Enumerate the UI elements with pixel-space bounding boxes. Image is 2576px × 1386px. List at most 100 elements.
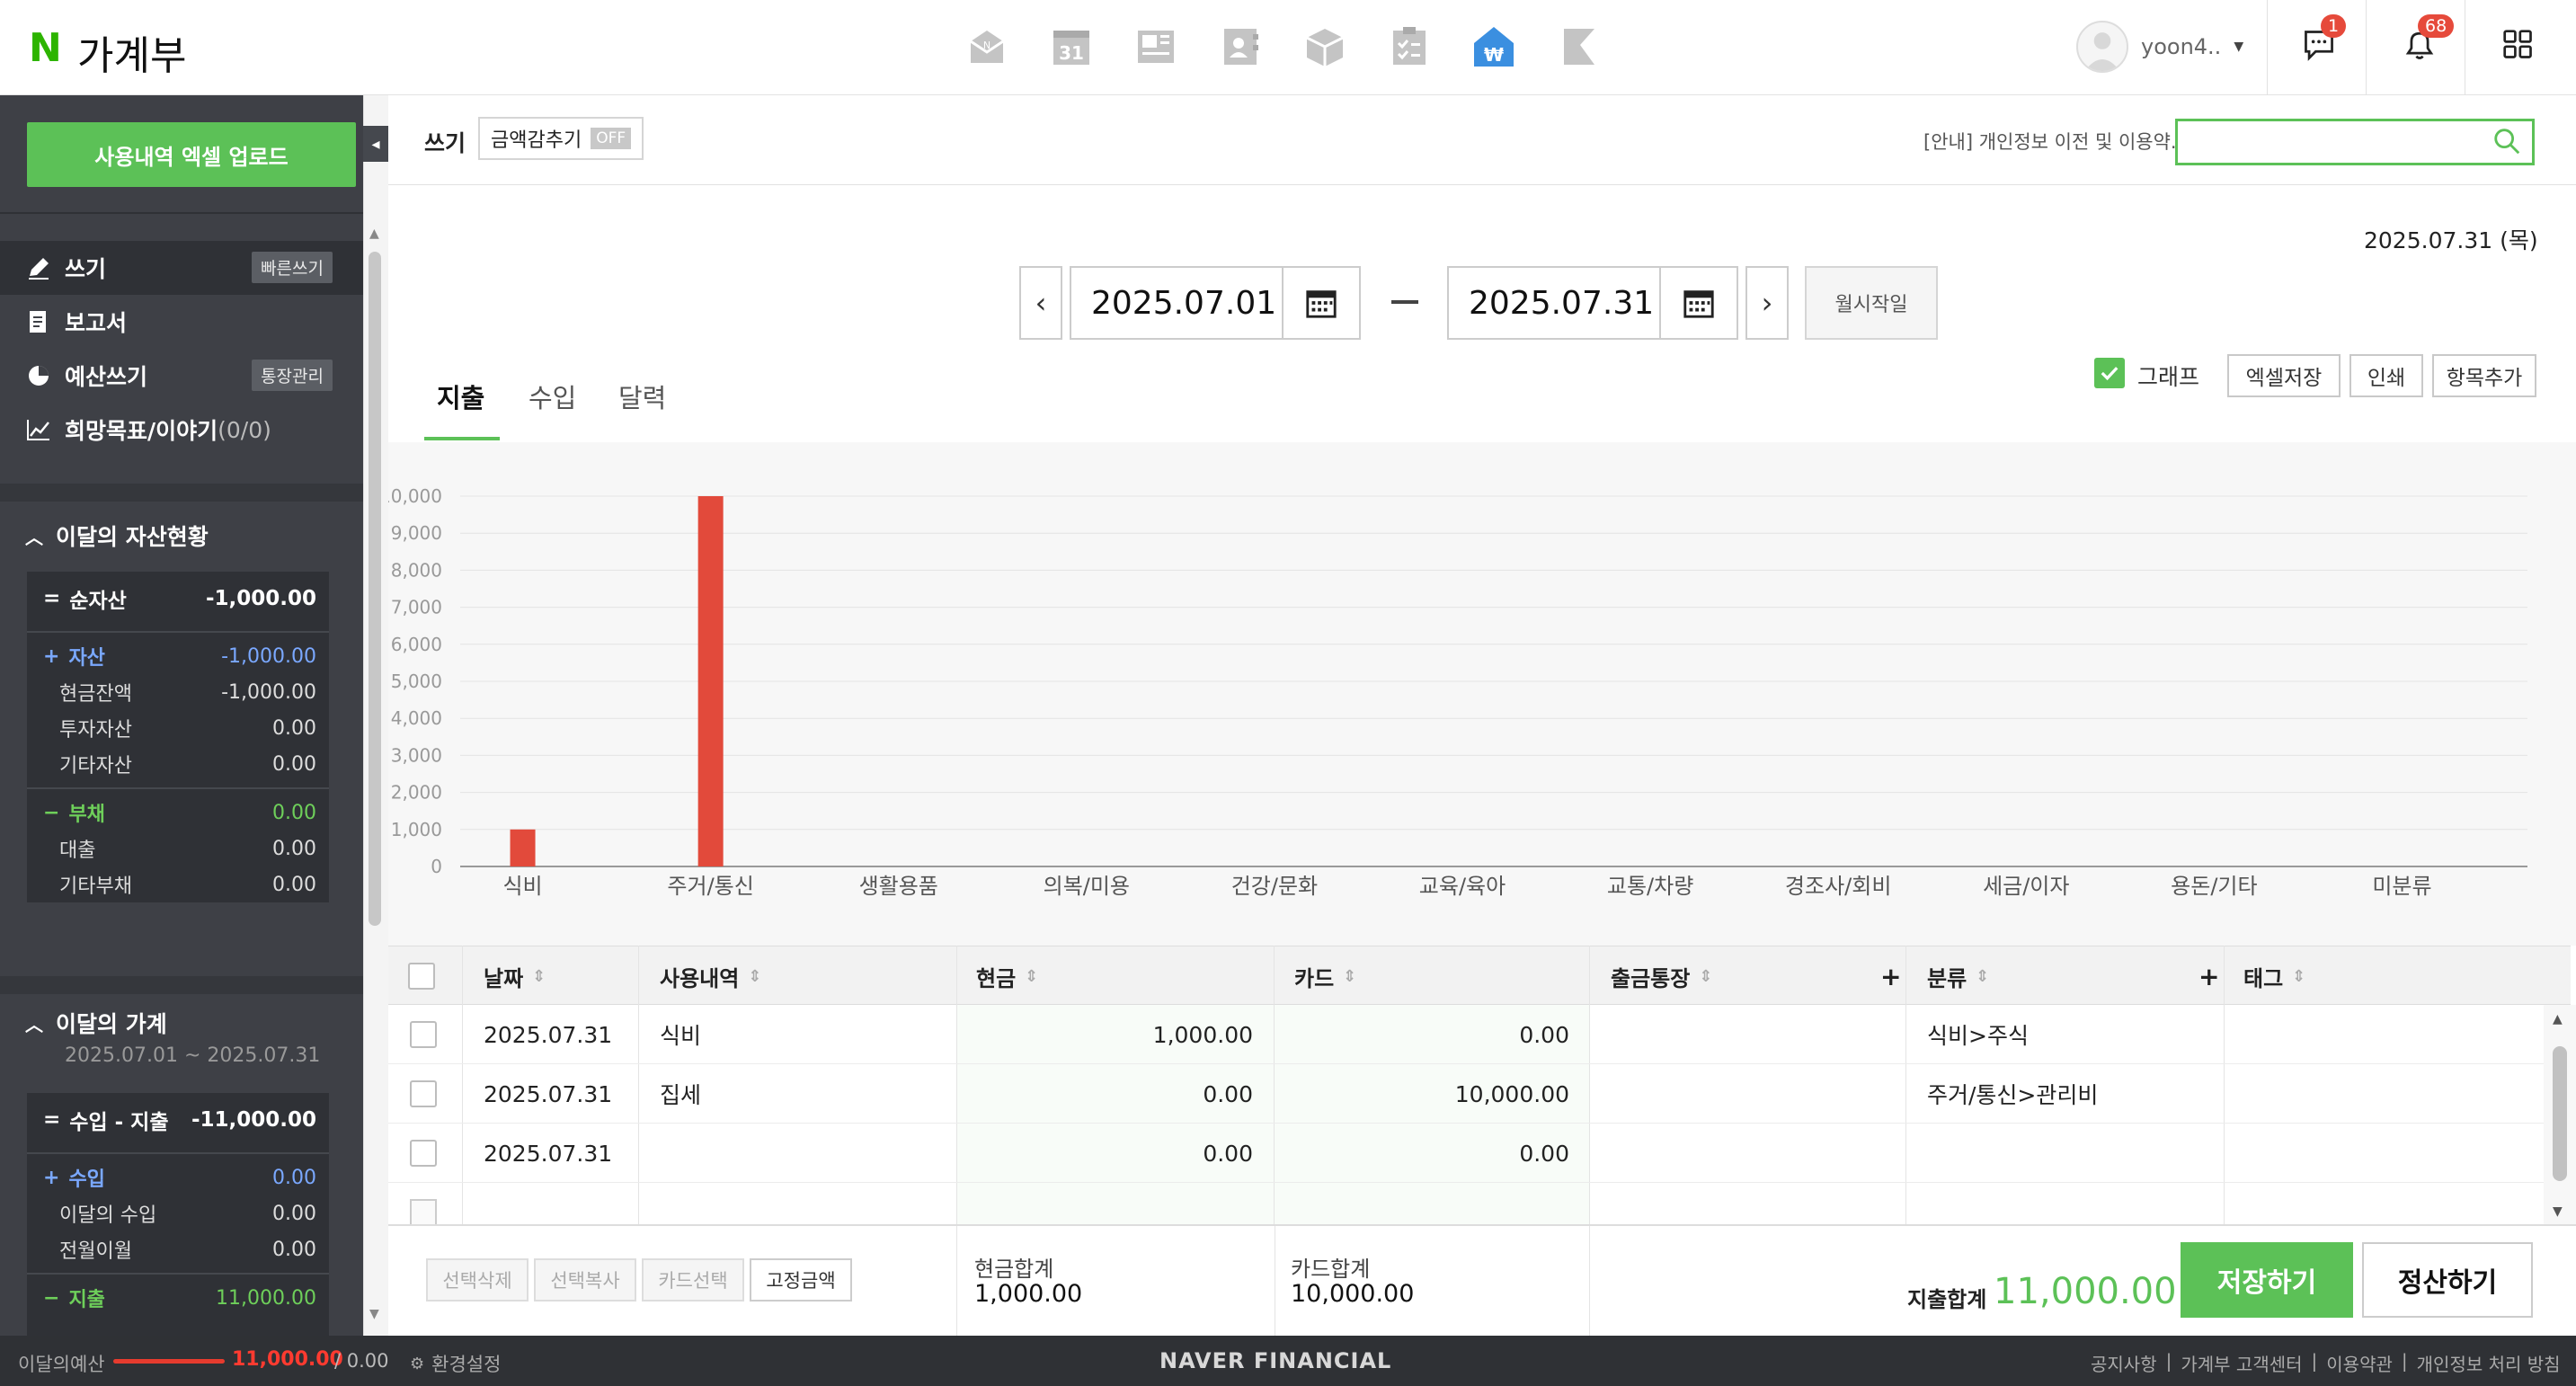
mail-icon[interactable]: N <box>965 25 1008 68</box>
col-date[interactable]: 날짜 ⇕ <box>484 946 546 1006</box>
row-desc[interactable]: 집세 <box>660 1064 701 1124</box>
scroll-up-icon[interactable]: ▲ <box>369 227 379 241</box>
naver-logo[interactable]: N <box>29 25 62 71</box>
monthly-period: 2025.07.01 ~ 2025.07.31 <box>65 1044 321 1067</box>
apps-grid-icon[interactable] <box>2502 29 2538 65</box>
bookmark-icon[interactable] <box>1557 25 1600 68</box>
row-card[interactable]: 0.00 <box>1282 1124 1569 1183</box>
tab-calendar[interactable]: 달력 <box>618 378 666 415</box>
monthly-section-header[interactable]: ︿ 이달의 가계 <box>25 1007 167 1039</box>
row-cash[interactable]: 1,000.00 <box>964 1005 1253 1064</box>
x-tick-label: 미분류 <box>2372 874 2431 899</box>
nav-write[interactable]: 쓰기 빠른쓰기 <box>0 241 363 295</box>
settle-button[interactable]: 정산하기 <box>2362 1242 2533 1318</box>
notice-link[interactable]: [안내] 개인정보 이전 및 이용약.. <box>1923 128 2182 155</box>
support-link[interactable]: 가계부 고객센터 <box>2181 1350 2302 1376</box>
user-menu[interactable]: yoon4.. ▼ <box>2076 20 2243 74</box>
bell-icon[interactable]: 68 <box>2402 14 2455 67</box>
report-icon <box>30 311 46 333</box>
print-button[interactable]: 인쇄 <box>2349 354 2423 397</box>
expense-chart: 0 1,000 2,000 3,000 4,000 5,000 6,000 7,000 8,00… <box>379 442 2576 946</box>
month-start-button[interactable]: 월시작일 <box>1805 266 1938 340</box>
row-category[interactable]: 식비>주식 <box>1927 1005 2029 1064</box>
tab-expense[interactable]: 지출 <box>437 378 484 415</box>
nav-goals-count: (0/0) <box>218 416 271 443</box>
prev-period-button[interactable]: ‹ <box>1019 266 1062 340</box>
save-button[interactable]: 저장하기 <box>2181 1242 2353 1318</box>
next-period-button[interactable]: › <box>1745 266 1789 340</box>
row-card[interactable]: 0.00 <box>1282 1005 1569 1064</box>
table-scroll-thumb[interactable] <box>2553 1046 2567 1181</box>
checklist-icon[interactable] <box>1388 25 1431 68</box>
account-manage-button[interactable]: 통장관리 <box>252 360 333 391</box>
box-icon[interactable] <box>1303 25 1346 68</box>
row-checkbox[interactable] <box>410 1124 437 1183</box>
terms-link[interactable]: 이용약관 <box>2326 1350 2393 1376</box>
start-date-field[interactable]: 2025.07.01 <box>1070 266 1361 340</box>
row-desc[interactable]: 식비 <box>660 1005 701 1064</box>
message-icon[interactable]: 1 <box>2301 14 2347 67</box>
row-card[interactable]: 10,000.00 <box>1282 1064 1569 1124</box>
col-desc[interactable]: 사용내역 ⇕ <box>660 946 761 1006</box>
income-row: + 수입 0.00 <box>27 1159 329 1195</box>
calendar-icon[interactable] <box>1659 268 1737 338</box>
col-category[interactable]: 분류 ⇕ <box>1927 946 1989 1006</box>
row-checkbox[interactable] <box>410 1064 437 1124</box>
sidebar-collapse-button[interactable]: ◂ <box>363 126 388 162</box>
select-all-checkbox[interactable] <box>408 946 435 1006</box>
household-ledger-icon[interactable]: ₩ <box>1472 25 1515 68</box>
table-row[interactable]: 2025.07.31 집세 0.00 10,000.00 주거/통신>관리비 <box>388 1064 2545 1124</box>
scroll-down-icon[interactable]: ▼ <box>2553 1204 2563 1219</box>
notice-link[interactable]: 공지사항 <box>2091 1350 2157 1376</box>
app-title[interactable]: 가계부 <box>77 23 186 81</box>
delete-selected-button[interactable]: 선택삭제 <box>426 1258 529 1302</box>
table-row[interactable]: 2025.07.31 식비 1,000.00 0.00 식비>주식 <box>388 1005 2545 1064</box>
budget-progress-bar <box>113 1359 225 1364</box>
nav-goals[interactable]: 희망목표/이야기 (0/0) <box>0 403 363 457</box>
calendar-icon[interactable]: 31 <box>1050 25 1093 68</box>
add-category-icon[interactable]: + <box>2198 946 2219 1006</box>
contacts-icon[interactable] <box>1219 25 1262 68</box>
sidebar-scroll-thumb[interactable] <box>369 252 381 926</box>
copy-selected-button[interactable]: 선택복사 <box>534 1258 636 1302</box>
table-scrollbar[interactable]: ▲ ▼ <box>2544 1005 2576 1224</box>
nav-report[interactable]: 보고서 <box>0 295 363 349</box>
add-item-button[interactable]: 항목추가 <box>2432 354 2536 397</box>
row-cash[interactable]: 0.00 <box>964 1124 1253 1183</box>
scroll-down-icon[interactable]: ▼ <box>369 1307 379 1321</box>
asset-section-header[interactable]: ︿ 이달의 자산현황 <box>25 520 209 552</box>
row-checkbox[interactable] <box>410 1199 437 1224</box>
add-account-icon[interactable]: + <box>1880 946 1901 1006</box>
col-tag[interactable]: 태그 ⇕ <box>2243 946 2305 1006</box>
row-date[interactable]: 2025.07.31 <box>484 1124 612 1183</box>
privacy-link[interactable]: 개인정보 처리 방침 <box>2417 1350 2561 1376</box>
excel-save-button[interactable]: 엑셀저장 <box>2227 354 2341 397</box>
nav-budget[interactable]: 예산쓰기 통장관리 <box>0 349 363 403</box>
graph-checkbox[interactable] <box>2094 358 2125 388</box>
sort-icon: ⇕ <box>1343 966 1357 986</box>
hide-amount-toggle[interactable]: 금액감추기 OFF <box>478 117 644 160</box>
settings-link[interactable]: ⚙ 환경설정 <box>410 1350 501 1377</box>
search-icon[interactable] <box>2492 126 2524 158</box>
tab-income[interactable]: 수입 <box>529 378 576 415</box>
col-card[interactable]: 카드 ⇕ <box>1294 946 1356 1006</box>
col-cash[interactable]: 현금 ⇕ <box>976 946 1038 1006</box>
excel-upload-button[interactable]: 사용내역 엑셀 업로드 <box>27 122 356 187</box>
row-date[interactable]: 2025.07.31 <box>484 1005 612 1064</box>
row-checkbox[interactable] <box>410 1005 437 1064</box>
end-date-field[interactable]: 2025.07.31 <box>1447 266 1738 340</box>
search-input[interactable] <box>2175 119 2535 165</box>
table-row[interactable]: 2025.07.31 0.00 0.00 <box>388 1124 2545 1183</box>
quick-write-button[interactable]: 빠른쓰기 <box>252 252 333 283</box>
row-date[interactable]: 2025.07.31 <box>484 1064 612 1124</box>
news-icon[interactable] <box>1134 25 1177 68</box>
row-category[interactable]: 주거/통신>관리비 <box>1927 1064 2098 1124</box>
select-card-button[interactable]: 카드선택 <box>642 1258 744 1302</box>
loan-label: 대출 <box>59 840 96 862</box>
calendar-icon[interactable] <box>1282 268 1359 338</box>
row-cash[interactable]: 0.00 <box>964 1064 1253 1124</box>
other-debt-label: 기타부채 <box>59 875 132 898</box>
scroll-up-icon[interactable]: ▲ <box>2553 1012 2563 1026</box>
col-account[interactable]: 출금통장 ⇕ <box>1611 946 1712 1006</box>
fixed-amount-button[interactable]: 고정금액 <box>750 1258 852 1302</box>
